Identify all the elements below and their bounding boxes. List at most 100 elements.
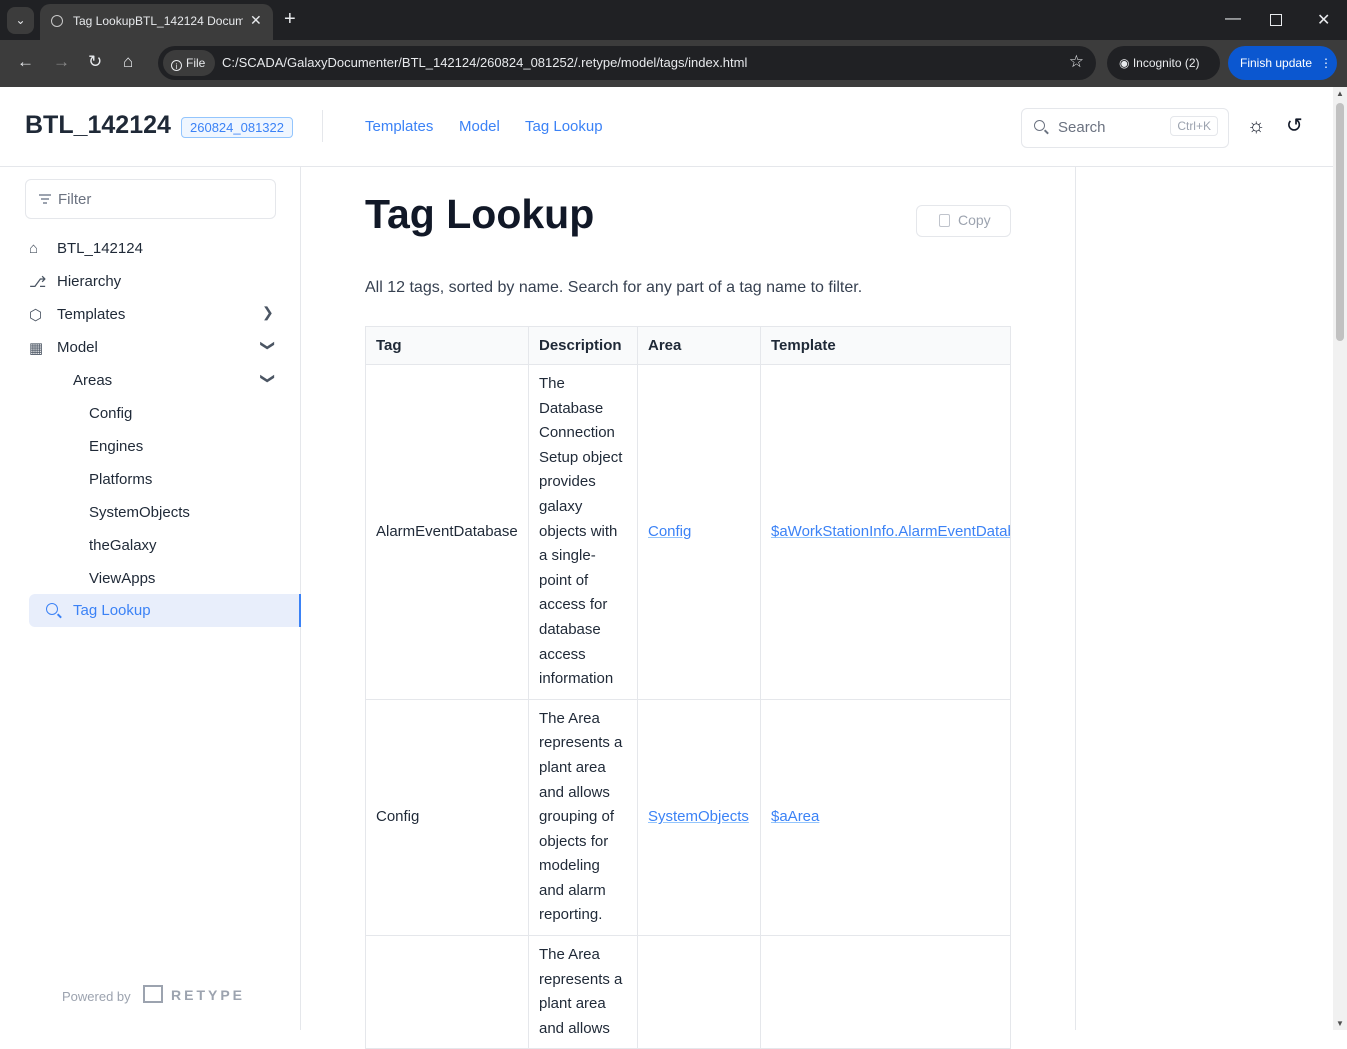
scroll-up-arrow-icon[interactable]: ▲: [1336, 89, 1344, 98]
sidebar-item-areas[interactable]: Areas: [73, 372, 112, 389]
sidebar-item-templates[interactable]: ⬡ Templates: [29, 306, 126, 324]
sidebar-item-label: Model: [57, 339, 98, 356]
table-row: AlarmEventDatabase The Database Connecti…: [365, 364, 1011, 700]
filter-placeholder: Filter: [58, 191, 92, 208]
maximize-button[interactable]: [1270, 14, 1282, 26]
theme-toggle-sun-icon[interactable]: ☼: [1247, 115, 1265, 137]
column-header-area[interactable]: Area: [637, 326, 761, 365]
search-placeholder: Search: [1058, 119, 1106, 136]
template-link[interactable]: $aArea: [771, 808, 819, 825]
site-brand[interactable]: BTL_142124: [25, 111, 171, 140]
tab-title: Tag LookupBTL_142124 Documenter: [73, 14, 243, 28]
url-text[interactable]: C:/SCADA/GalaxyDocumenter/BTL_142124/260…: [222, 55, 747, 70]
forward-icon[interactable]: →: [53, 52, 70, 72]
search-icon: [1034, 120, 1045, 131]
description-line: Database: [539, 399, 604, 417]
finish-update-label: Finish update: [1240, 56, 1313, 70]
tab-search-dropdown[interactable]: ⌄: [7, 7, 34, 34]
back-icon[interactable]: ←: [17, 52, 34, 72]
sidebar-item-label: BTL_142124: [57, 240, 143, 257]
page-title: Tag Lookup: [365, 191, 595, 237]
reload-icon[interactable]: ↻: [88, 52, 102, 72]
scrollbar-thumb[interactable]: [1336, 103, 1344, 341]
description-line: plant area: [539, 995, 606, 1013]
tag-cell: [365, 935, 529, 1049]
new-tab-button[interactable]: +: [284, 8, 296, 30]
description-line: access: [539, 645, 586, 663]
template-cell: $aArea: [760, 698, 1011, 937]
incognito-button[interactable]: ◉ Incognito (2): [1107, 46, 1220, 80]
description-line: and allows: [539, 783, 610, 801]
chevron-down-icon[interactable]: ❯: [259, 340, 276, 352]
kebab-menu-icon: ⋮: [1320, 56, 1333, 70]
scroll-down-arrow-icon[interactable]: ▼: [1336, 1019, 1344, 1028]
table-header-row: Tag Description Area Template: [365, 326, 1011, 365]
nav-model[interactable]: Model: [459, 118, 500, 135]
close-tab-icon[interactable]: ✕: [250, 12, 262, 29]
powered-by-label: Powered by: [62, 989, 131, 1004]
description-line: grouping of: [539, 808, 615, 826]
chevron-down-icon[interactable]: ❯: [259, 373, 276, 385]
sidebar-item-label: Templates: [57, 306, 126, 323]
file-chip-label: File: [186, 56, 206, 70]
globe-icon: [51, 15, 63, 27]
incognito-label: Incognito (2): [1132, 56, 1200, 70]
history-icon[interactable]: ↺: [1286, 115, 1303, 137]
tag-cell: Config: [365, 698, 529, 937]
sidebar-item-model[interactable]: ▦ Model: [29, 339, 98, 357]
description-line: database: [539, 620, 601, 638]
retype-logo[interactable]: RETYPE: [143, 985, 245, 1003]
sidebar-item-systemobjects[interactable]: SystemObjects: [89, 504, 190, 521]
area-link[interactable]: Config: [648, 523, 691, 540]
sidebar-item-viewapps[interactable]: ViewApps: [89, 570, 155, 587]
description-cell: The Database Connection Setup object pro…: [528, 364, 638, 700]
page-scrollbar[interactable]: ▲ ▼: [1333, 87, 1347, 1030]
address-bar[interactable]: i File C:/SCADA/GalaxyDocumenter/BTL_1421…: [158, 46, 1096, 80]
column-header-description[interactable]: Description: [528, 326, 638, 365]
close-window-button[interactable]: ✕: [1317, 10, 1330, 30]
area-link[interactable]: SystemObjects: [648, 808, 749, 825]
copy-button[interactable]: Copy: [916, 205, 1011, 237]
sidebar: Filter ⌂ BTL_142124 ⎇ Hierarchy ⬡ Templa…: [0, 167, 301, 1030]
sidebar-item-tag-lookup[interactable]: Tag Lookup: [29, 594, 301, 627]
search-input[interactable]: Search Ctrl+K: [1021, 108, 1229, 148]
template-link[interactable]: $aWorkStationInfo.AlarmEventDatabase: [771, 523, 1010, 540]
description-line: and allows: [539, 1019, 610, 1037]
description-line: a single-: [539, 547, 596, 565]
chevron-right-icon[interactable]: ❯: [262, 304, 274, 321]
description-line: modeling: [539, 857, 600, 875]
sidebar-item-engines[interactable]: Engines: [89, 438, 143, 455]
nav-tag-lookup[interactable]: Tag Lookup: [525, 118, 603, 135]
browser-tab[interactable]: Tag LookupBTL_142124 Documenter ✕: [40, 4, 273, 40]
description-cell: The Area represents a plant area and all…: [528, 698, 638, 937]
description-line: objects with: [539, 522, 618, 540]
finish-update-button[interactable]: Finish update ⋮: [1228, 46, 1337, 80]
nav-templates[interactable]: Templates: [365, 118, 433, 135]
home-button-icon[interactable]: ⌂: [123, 52, 133, 72]
bookmark-star-icon[interactable]: ☆: [1069, 52, 1084, 72]
sidebar-item-home[interactable]: ⌂ BTL_142124: [29, 240, 143, 257]
browser-tabstrip: ⌄ Tag LookupBTL_142124 Documenter ✕ + — …: [0, 0, 1347, 40]
copy-label: Copy: [958, 212, 991, 228]
tag-table: Tag Description Area Template AlarmEvent…: [365, 326, 1011, 1049]
filter-input[interactable]: Filter: [25, 179, 276, 219]
sidebar-item-thegalaxy[interactable]: theGalaxy: [89, 537, 157, 554]
description-cell: The Area represents a plant area and all…: [528, 935, 638, 1049]
description-line: information: [539, 670, 614, 688]
column-header-template[interactable]: Template: [760, 326, 1011, 365]
template-cell: [760, 935, 1011, 1049]
minimize-button[interactable]: —: [1225, 10, 1241, 28]
sidebar-item-hierarchy[interactable]: ⎇ Hierarchy: [29, 273, 121, 291]
page-content: BTL_142124 260824_081322 Templates Model…: [0, 87, 1333, 1049]
description-line: galaxy: [539, 497, 583, 515]
tag-cell: AlarmEventDatabase: [365, 364, 529, 700]
description-line: The Area: [539, 709, 600, 727]
retype-wordmark: RETYPE: [171, 987, 246, 1003]
description-line: Connection: [539, 424, 615, 442]
site-info-chip[interactable]: i File: [163, 50, 215, 76]
column-header-tag[interactable]: Tag: [365, 326, 529, 365]
sidebar-item-config[interactable]: Config: [89, 405, 132, 422]
description-line: The: [539, 375, 565, 392]
header-divider: [322, 110, 323, 142]
sidebar-item-platforms[interactable]: Platforms: [89, 471, 152, 488]
